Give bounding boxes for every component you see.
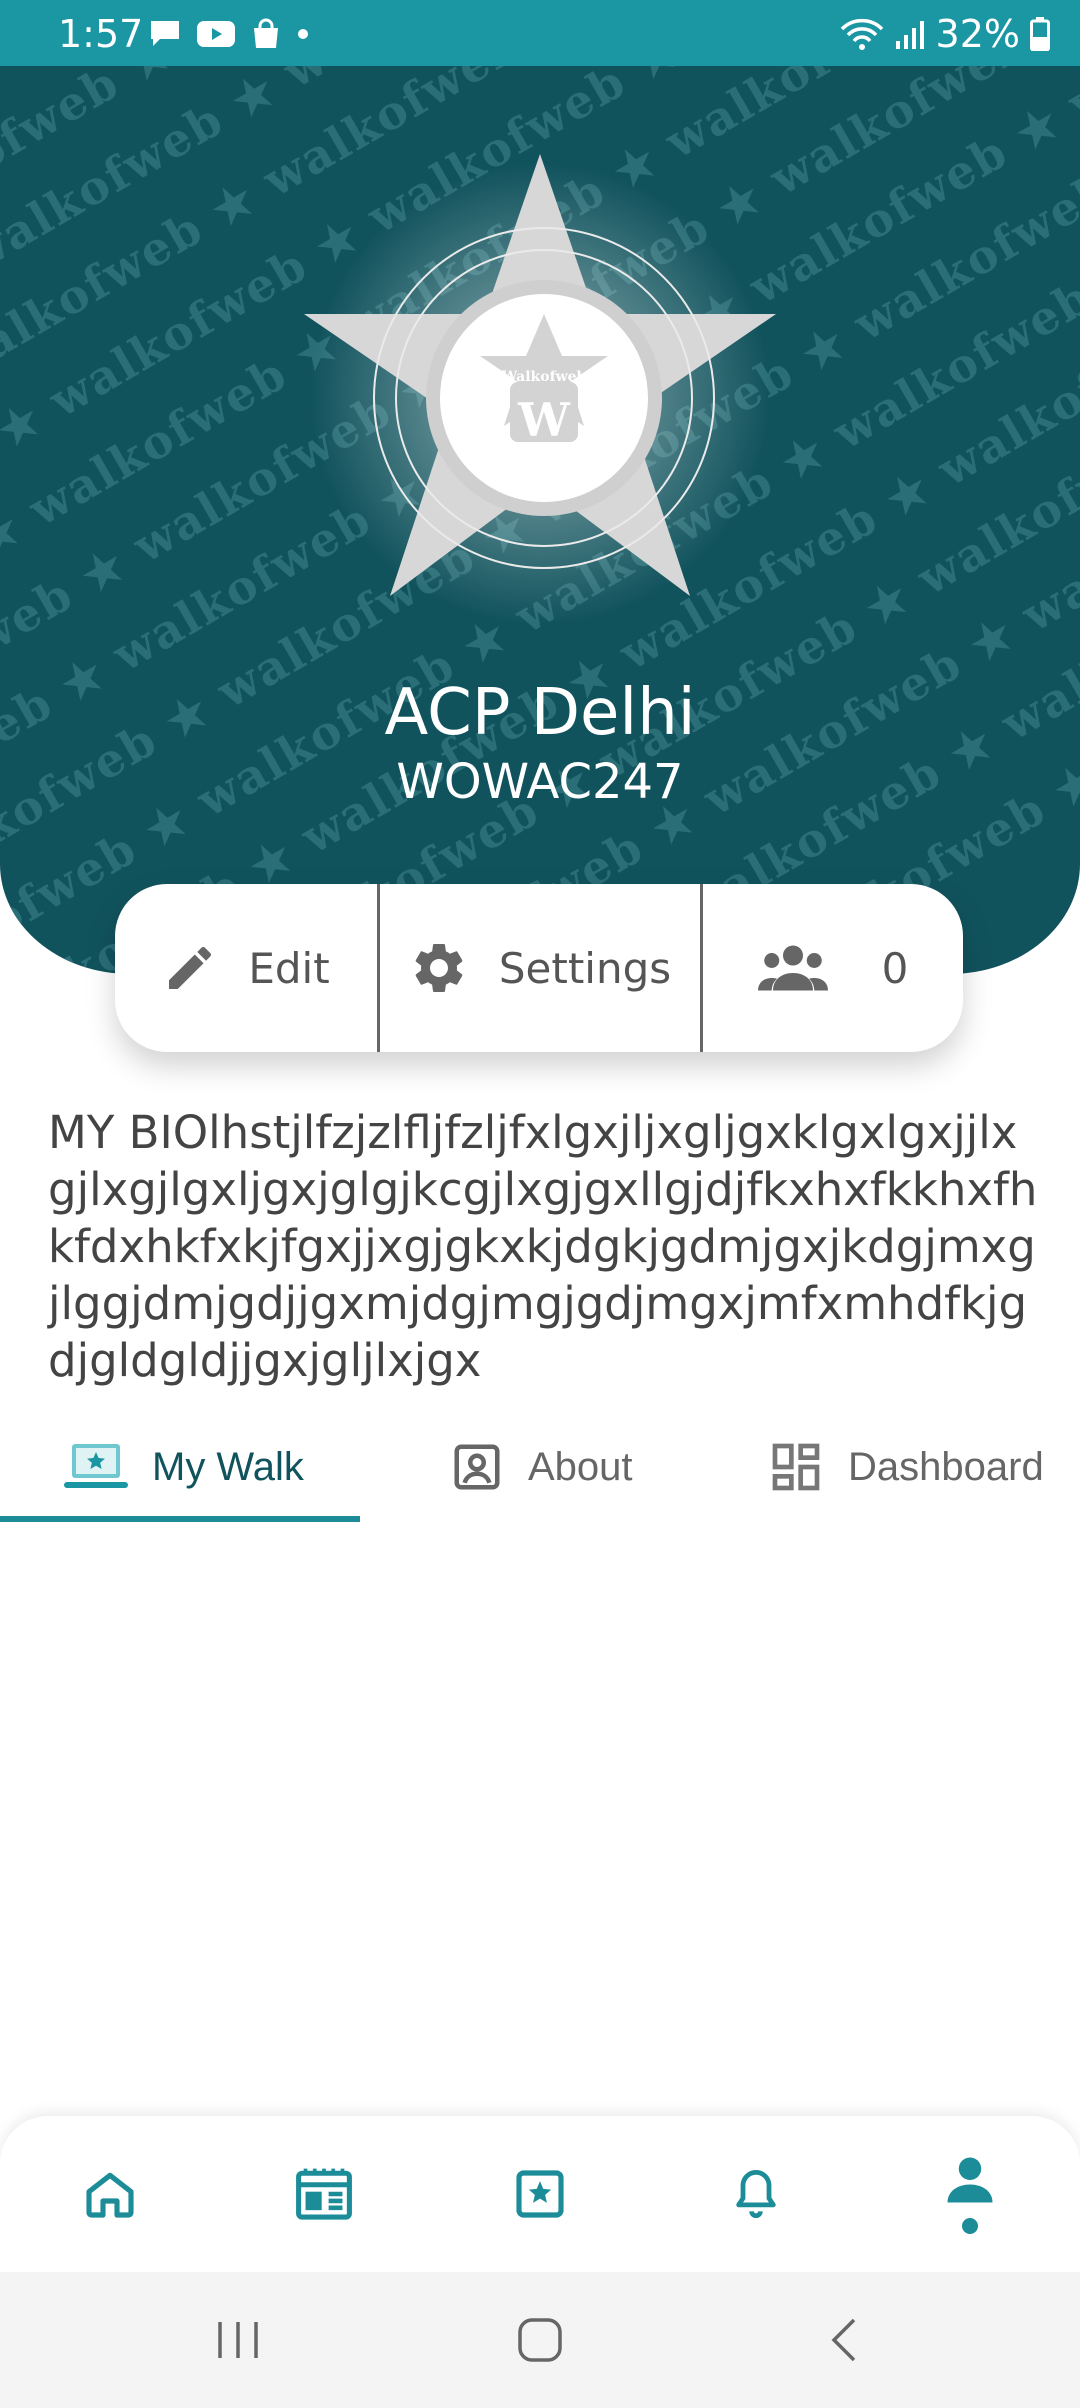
svg-text:W: W <box>517 393 571 447</box>
status-time: 1:57 <box>58 12 144 56</box>
profile-icon <box>947 2157 993 2203</box>
group-icon <box>757 945 828 991</box>
nav-walk[interactable] <box>480 2116 600 2272</box>
tab-about-label: About <box>528 1444 633 1489</box>
feed-icon <box>296 2168 352 2220</box>
nav-feed[interactable] <box>264 2116 384 2272</box>
edit-label: Edit <box>248 943 330 993</box>
system-nav-bar <box>0 2272 1080 2408</box>
tab-about[interactable]: About <box>450 1410 633 1524</box>
battery-percent: 32% <box>935 12 1020 56</box>
notification-icons <box>148 18 310 50</box>
message-icon <box>151 21 179 46</box>
active-tab-indicator <box>0 1516 360 1522</box>
contact-card-icon <box>454 1444 500 1490</box>
profile-bio: MY BIOlhstjlfzjzlfljfzljfxlgxjljxgljgxkl… <box>48 1106 1038 1387</box>
settings-button[interactable]: Settings <box>380 884 700 1052</box>
signal-icon <box>895 21 924 49</box>
youtube-icon <box>197 21 235 47</box>
status-right: 32% <box>840 12 1050 56</box>
status-bar: 1:57 32% <box>0 0 1080 66</box>
tab-my-walk[interactable]: My Walk <box>64 1410 304 1524</box>
star-badge-icon: Walkofweb W <box>304 154 776 624</box>
home-button-icon[interactable] <box>510 2310 570 2370</box>
active-dot-icon <box>962 2218 978 2234</box>
back-icon[interactable] <box>822 2310 866 2370</box>
nav-profile[interactable] <box>910 2116 1030 2272</box>
tab-my-walk-label: My Walk <box>152 1444 304 1489</box>
profile-tabs: My Walk About Dashboard <box>0 1410 1080 1524</box>
battery-icon <box>1030 17 1050 51</box>
wifi-icon <box>840 18 883 50</box>
shopping-bag-icon <box>254 18 278 48</box>
svg-text:Walkofweb: Walkofweb <box>501 369 587 385</box>
profile-actions-card: Edit Settings 0 <box>115 884 963 1052</box>
walk-star-icon <box>516 2170 564 2218</box>
dot-icon <box>298 29 308 39</box>
profile-header: ★ walkofweb ★ walkofweb ★ walkofweb ★ wa… <box>0 66 1080 974</box>
followers-button[interactable]: 0 <box>703 884 963 1052</box>
laptop-star-icon <box>64 1444 128 1488</box>
nav-notifications[interactable] <box>696 2116 816 2272</box>
bell-icon <box>736 2169 776 2219</box>
recent-apps-icon[interactable] <box>214 2310 262 2370</box>
profile-name: ACP Delhi <box>384 676 696 750</box>
dashboard-icon <box>772 1443 820 1491</box>
bottom-nav <box>0 2116 1080 2272</box>
nav-home[interactable] <box>50 2116 170 2272</box>
home-icon <box>86 2172 134 2218</box>
tab-dashboard[interactable]: Dashboard <box>768 1410 1044 1524</box>
tab-dashboard-label: Dashboard <box>848 1444 1044 1489</box>
profile-avatar[interactable]: Walkofweb W <box>300 144 780 624</box>
profile-code: WOWAC247 <box>396 754 684 810</box>
gear-icon <box>415 944 463 992</box>
followers-count: 0 <box>881 943 909 993</box>
pencil-icon <box>169 946 212 989</box>
settings-label: Settings <box>498 943 672 993</box>
edit-button[interactable]: Edit <box>115 884 377 1052</box>
